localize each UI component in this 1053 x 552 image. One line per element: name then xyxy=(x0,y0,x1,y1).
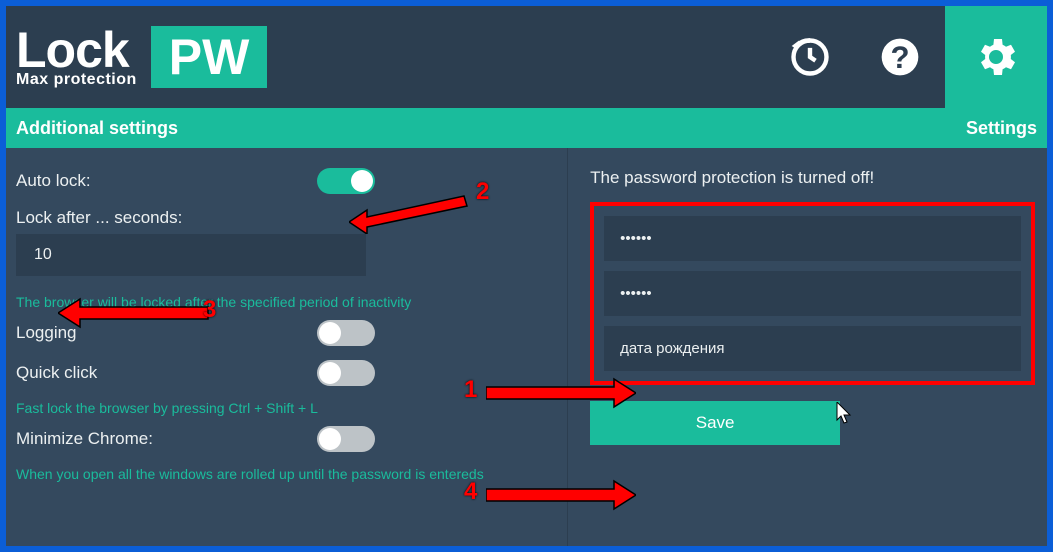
help-icon[interactable]: ? xyxy=(855,6,945,108)
subheader: Additional settings Settings xyxy=(6,108,1047,148)
lock-after-hint: The browser will be locked after the spe… xyxy=(16,294,555,310)
logging-toggle[interactable] xyxy=(317,320,375,346)
logo-name: Lock xyxy=(16,25,137,75)
app-logo: Lock Max protection PW xyxy=(16,25,267,89)
lock-after-input[interactable] xyxy=(16,234,366,276)
auto-lock-toggle[interactable] xyxy=(317,168,375,194)
quick-click-toggle[interactable] xyxy=(317,360,375,386)
settings-icon[interactable] xyxy=(945,6,1047,108)
quick-click-label: Quick click xyxy=(16,363,97,383)
subheader-right[interactable]: Settings xyxy=(966,118,1037,139)
header: Lock Max protection PW ? xyxy=(6,6,1047,108)
password-panel: The password protection is turned off! S… xyxy=(568,148,1047,546)
minimize-label: Minimize Chrome: xyxy=(16,429,153,449)
logging-label: Logging xyxy=(16,323,77,343)
lock-after-label: Lock after ... seconds: xyxy=(16,208,555,228)
protection-status: The password protection is turned off! xyxy=(590,168,1035,188)
additional-settings-panel: Auto lock: Lock after ... seconds: The b… xyxy=(6,148,568,546)
logo-suffix: PW xyxy=(151,26,268,88)
auto-lock-label: Auto lock: xyxy=(16,171,91,191)
password-hint-field[interactable] xyxy=(604,326,1021,371)
minimize-toggle[interactable] xyxy=(317,426,375,452)
quick-click-hint: Fast lock the browser by pressing Ctrl +… xyxy=(16,400,555,416)
history-icon[interactable] xyxy=(765,6,855,108)
minimize-hint: When you open all the windows are rolled… xyxy=(16,466,555,482)
password-field-2[interactable] xyxy=(604,271,1021,316)
svg-text:?: ? xyxy=(890,40,909,75)
password-form xyxy=(590,202,1035,385)
save-button[interactable]: Save xyxy=(590,401,840,445)
logo-tagline: Max protection xyxy=(16,71,137,89)
subheader-left[interactable]: Additional settings xyxy=(16,118,178,139)
password-field-1[interactable] xyxy=(604,216,1021,261)
